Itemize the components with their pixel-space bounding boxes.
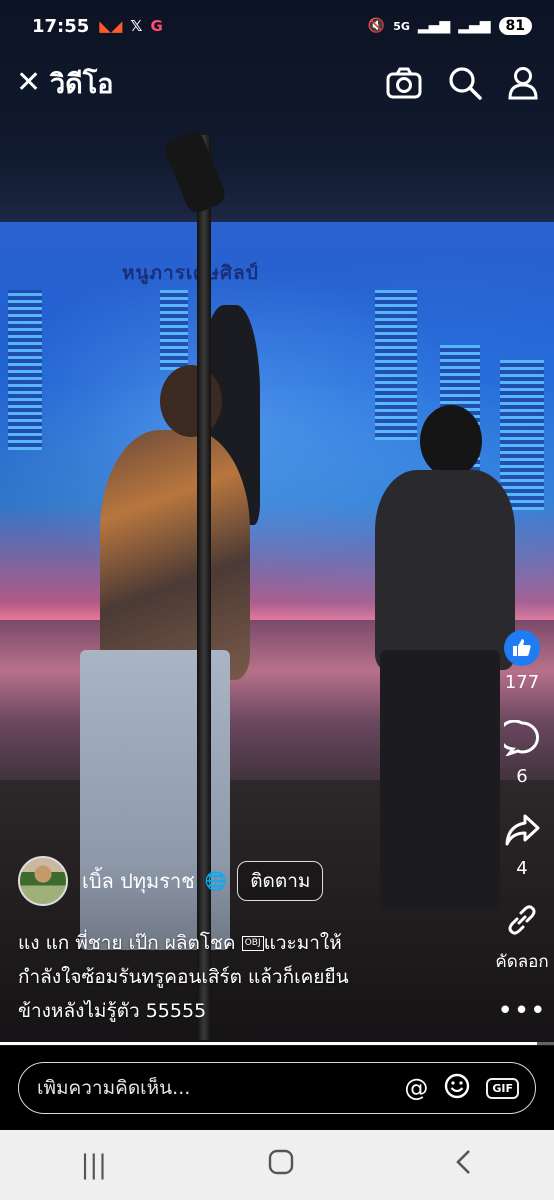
- led-panel: [375, 290, 417, 440]
- video-progress-bar[interactable]: [0, 1042, 554, 1045]
- link-icon[interactable]: [490, 902, 554, 942]
- comment-input[interactable]: [37, 1077, 405, 1099]
- status-bar: 17:55 ◣◢ 𝕏 G 🔇 5G ▂▄▆ ▂▄▆ 81: [0, 0, 554, 52]
- performer-right-head: [420, 405, 482, 477]
- stage-banner-text: หนูภารเศษศิลป์: [122, 262, 259, 284]
- caption-text: แง แก พี่ชาย เป๊ก ผลิตโชค: [18, 932, 242, 954]
- page-title: วิดีโอ: [50, 68, 114, 100]
- battery-badge: 81: [498, 17, 532, 35]
- emoji-icon[interactable]: [444, 1073, 470, 1103]
- mute-icon: 🔇: [367, 18, 386, 34]
- header-actions: [386, 66, 538, 100]
- gif-icon[interactable]: GIF: [486, 1077, 519, 1099]
- video-header: ✕ วิดีโอ: [0, 58, 554, 108]
- network-label: 5G: [393, 19, 410, 33]
- share-action[interactable]: 4: [490, 812, 554, 879]
- back-icon[interactable]: [455, 1149, 473, 1182]
- performer-left-head: [160, 365, 222, 437]
- comment-tools: @ GIF: [404, 1073, 519, 1103]
- avatar[interactable]: [18, 856, 68, 906]
- close-icon[interactable]: ✕: [16, 68, 50, 98]
- globe-icon: 🌐: [204, 870, 228, 892]
- author-row: เบิ้ล ปทุมราช 🌐 ติดตาม: [18, 856, 324, 906]
- home-icon[interactable]: [268, 1149, 294, 1182]
- led-panel: [500, 360, 544, 510]
- performer-right-trousers: [380, 650, 500, 910]
- video-progress-fill: [0, 1042, 538, 1045]
- shopee-icon: ◣◢: [99, 17, 123, 35]
- comment-icon[interactable]: [490, 719, 554, 760]
- share-icon[interactable]: [490, 812, 554, 852]
- obj-placeholder-glyph: OBJ: [241, 936, 264, 951]
- follow-button[interactable]: ติดตาม: [237, 861, 324, 901]
- like-action[interactable]: 177: [490, 630, 554, 693]
- status-time: 17:55: [32, 15, 90, 37]
- led-panel: [8, 290, 42, 450]
- caption-line-1: แง แก พี่ชาย เป๊ก ผลิตโชค OBJ แวะมาให้: [18, 926, 458, 960]
- comment-box[interactable]: @ GIF: [18, 1062, 536, 1114]
- author-name[interactable]: เบิ้ล ปทุมราช: [82, 865, 195, 897]
- recent-apps-icon[interactable]: |||: [81, 1150, 107, 1180]
- post-caption[interactable]: แง แก พี่ชาย เป๊ก ผลิตโชค OBJ แวะมาให้ กำ…: [18, 926, 458, 1028]
- system-nav-bar: |||: [0, 1130, 554, 1200]
- caption-text: แวะมาให้: [263, 932, 342, 954]
- led-panel: [160, 290, 188, 370]
- status-indicators: 🔇 5G ▂▄▆ ▂▄▆ 81: [368, 17, 532, 35]
- g-icon: G: [150, 17, 163, 35]
- comment-bar: @ GIF: [0, 1046, 554, 1130]
- copy-link-action[interactable]: คัดลอก: [490, 902, 554, 975]
- share-count: 4: [516, 858, 528, 879]
- caption-line-3: ข้างหลังไม่รู้ตัว 55555: [18, 1000, 207, 1022]
- camera-icon[interactable]: [386, 67, 422, 99]
- profile-icon[interactable]: [508, 66, 538, 100]
- status-app-icons: ◣◢ 𝕏 G: [99, 17, 162, 35]
- caption-line-2: กำลังใจซ้อมรันทรูคอนเสิร์ต แล้วก็เคยยืน: [18, 966, 349, 988]
- more-icon[interactable]: •••: [490, 996, 554, 1026]
- x-icon: 𝕏: [130, 17, 143, 35]
- comment-count: 6: [516, 766, 528, 787]
- like-count: 177: [504, 672, 540, 693]
- comment-action[interactable]: 6: [490, 719, 554, 787]
- mention-icon[interactable]: @: [404, 1074, 428, 1102]
- signal-icon: ▂▄▆: [417, 18, 451, 34]
- signal-icon-2: ▂▄▆: [458, 18, 491, 34]
- performer-left-shirt: [100, 430, 250, 680]
- thumbs-up-icon[interactable]: [504, 630, 540, 666]
- microphone: [161, 128, 229, 216]
- copy-link-label: คัดลอก: [495, 952, 549, 972]
- search-icon[interactable]: [448, 66, 482, 100]
